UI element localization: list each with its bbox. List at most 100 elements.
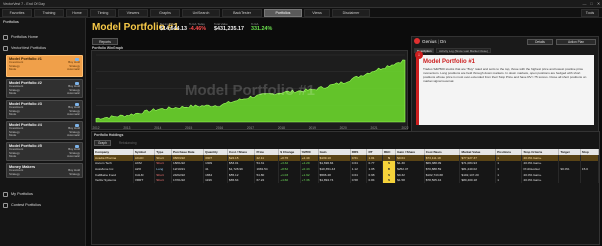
stat-gl: % G/L 331.24% <box>251 22 273 32</box>
table-cell: 1196 <box>203 177 229 183</box>
reports-label: Reports <box>99 39 111 44</box>
x-tick-label: 2018 <box>278 126 285 130</box>
x-tick-label: 2020 <box>340 126 347 130</box>
wingraph-chart: Model Portfolio #1 2012 2013 2014 2015 2016 2… <box>91 50 409 130</box>
sidebar-item-label: VectorVest Portfolios <box>11 46 47 50</box>
title-bar: VectorVest 7 - End Of Day — □ ✕ <box>0 0 602 8</box>
holdings-panel: Portfolio Holdings Graph Rebalancing Com… <box>91 131 600 245</box>
flag-icon <box>75 124 79 127</box>
x-tick-label: 2012 <box>92 126 99 130</box>
flag-icon <box>75 82 79 85</box>
x-tick-label: 2017 <box>247 126 254 130</box>
main-content: Model Portfolio #1 Buying Power $14,644.… <box>88 18 602 246</box>
tools-menu[interactable]: Tools <box>581 9 599 17</box>
table-cell: $78,505.44 <box>424 177 461 183</box>
portfolio-card-5[interactable]: Model Portfolio #5 Investment Buy Hold St… <box>6 142 83 161</box>
sidebar-item-contest-portfolios[interactable]: Contest Portfolios <box>3 201 41 209</box>
tab-viewers[interactable]: Viewers <box>118 9 148 17</box>
portfolio-card-2[interactable]: Model Portfolio #2 Investment Buy Hold St… <box>6 79 83 98</box>
x-tick-label: 2014 <box>154 126 161 130</box>
table-cell <box>580 177 600 183</box>
sidebar-item-my-portfolios[interactable]: My Portfolios <box>3 190 33 198</box>
sidebar-item-portfolios-home[interactable]: Portfolios Home <box>3 33 38 41</box>
genius-panel: Genius | On Details Action Plan Descript… <box>411 36 599 132</box>
x-tick-label: 2022 <box>401 126 408 130</box>
portfolio-row: Mode Automatic <box>9 67 80 72</box>
table-cell: +7.36 <box>300 177 319 183</box>
sidebar-item-vectorvest-portfolios[interactable]: VectorVest Portfolios <box>3 44 46 52</box>
table-cell: S <box>382 177 397 183</box>
maximize-button[interactable]: □ <box>588 1 595 6</box>
table-cell: +4.60 <box>278 177 301 183</box>
table-cell: $1,894.74 <box>318 177 351 183</box>
table-cell: 1 <box>495 177 523 183</box>
wingraph-svg: Model Portfolio #1 2012 2013 2014 2015 2016 2… <box>92 54 409 130</box>
minimize-button[interactable]: — <box>581 1 588 6</box>
sidebar-item-label: Portfolios Home <box>11 35 39 39</box>
table-row[interactable]: Veritiv Systems VRRT Short 17/01/22 1196 $65.… <box>94 177 600 183</box>
reports-button[interactable]: Reports <box>92 38 118 45</box>
table-cell: 20.0% Gain+ <box>521 177 560 183</box>
genius-header: Genius | On <box>414 38 446 44</box>
x-tick-label: 2016 <box>216 126 223 130</box>
rebalancing-button[interactable]: Rebalancing <box>115 140 141 146</box>
table-cell: 17/01/22 <box>171 177 205 183</box>
chart-watermark: Model Portfolio #1 <box>185 82 315 99</box>
graph-button[interactable]: Graph <box>94 140 111 146</box>
table-cell: Short <box>154 177 172 183</box>
table-cell: 0.84 <box>366 177 383 183</box>
tab-favorites[interactable]: Favorites <box>2 9 32 17</box>
tab-disclaimer[interactable]: Disclaimer <box>332 9 370 17</box>
portfolio-card-money-makers[interactable]: Money Makers Investment Buy Hold Strategy… <box>6 163 83 178</box>
holdings-table: Company Symbol Type Purchase Date Quantity Co… <box>94 149 600 183</box>
genius-description-card: Model Portfolio #1 Trades S&P500 stocks … <box>416 55 594 125</box>
stat-gl-today: % G/L Today -4.46% <box>189 22 207 32</box>
portfolio-row: Strategy Strategy <box>9 171 80 176</box>
stat-buying-power: Buying Power $14,644.13 <box>160 22 187 32</box>
close-button[interactable]: ✕ <box>595 1 602 6</box>
home-icon <box>3 34 8 40</box>
genius-brand: Genius <box>422 38 437 44</box>
trophy-icon <box>3 202 8 208</box>
tab-home[interactable]: Home <box>66 9 88 17</box>
tab-training[interactable]: Training <box>34 9 64 17</box>
table-cell: 0.58 <box>350 177 368 183</box>
holdings-title: Portfolio Holdings <box>94 133 124 137</box>
details-button[interactable]: Details <box>527 39 553 45</box>
tab-backtester[interactable]: BackTester <box>222 9 262 17</box>
tab-graphs[interactable]: Graphs <box>150 9 180 17</box>
tab-timing[interactable]: Timing <box>90 9 116 17</box>
sidebar-item-label: Contest Portfolios <box>11 203 41 207</box>
genius-logo-icon <box>414 38 420 44</box>
tab-activity-log[interactable]: Activity Log (Since Last Market Close) <box>436 48 491 53</box>
sidebar: Portfolios Portfolios Home VectorVest Po… <box>0 18 86 246</box>
sidebar-title: Portfolios <box>3 20 19 24</box>
table-cell: $65.64 <box>227 177 256 183</box>
table-cell: $1.58 <box>395 177 425 183</box>
flag-icon <box>75 103 79 106</box>
stat-total-value: Total Value $431,235.17 <box>214 22 244 32</box>
tab-portfolios[interactable]: Portfolios <box>264 9 302 17</box>
table-cell: Veritiv Systems <box>94 177 134 183</box>
table-cell <box>558 177 581 183</box>
portfolio-row: Mode Automatic <box>9 133 80 138</box>
table-cell: $80,400.18 <box>459 177 497 183</box>
portfolio-card-1[interactable]: Model Portfolio #1 Investment Buy Hold St… <box>6 55 83 77</box>
app-title: VectorVest 7 - End Of Day <box>3 1 45 6</box>
x-axis-ticks: 2012 2013 2014 2015 2016 2017 2018 2019 2020 2021… <box>92 126 408 130</box>
portfolio-row: Mode Automatic <box>9 154 80 159</box>
x-tick-label: 2021 <box>371 126 378 130</box>
folder-icon <box>3 45 8 51</box>
portfolio-row: Mode Automatic <box>9 112 80 117</box>
tab-views[interactable]: Views <box>304 9 330 17</box>
portfolio-card-4[interactable]: Model Portfolio #4 Investment Buy Hold St… <box>6 121 83 140</box>
x-tick-label: 2013 <box>123 126 130 130</box>
action-plan-button[interactable]: Action Plan <box>556 39 596 45</box>
table-cell: VRRT <box>133 177 156 183</box>
x-tick-label: 2015 <box>185 126 192 130</box>
main-nav: Favorites Training Home Timing Viewers G… <box>0 8 602 18</box>
tab-unisearch[interactable]: UniSearch <box>182 9 220 17</box>
window-controls: — □ ✕ <box>581 1 602 6</box>
portfolio-card-3[interactable]: Model Portfolio #3 Investment Buy Hold St… <box>6 100 83 119</box>
person-icon <box>3 191 8 197</box>
